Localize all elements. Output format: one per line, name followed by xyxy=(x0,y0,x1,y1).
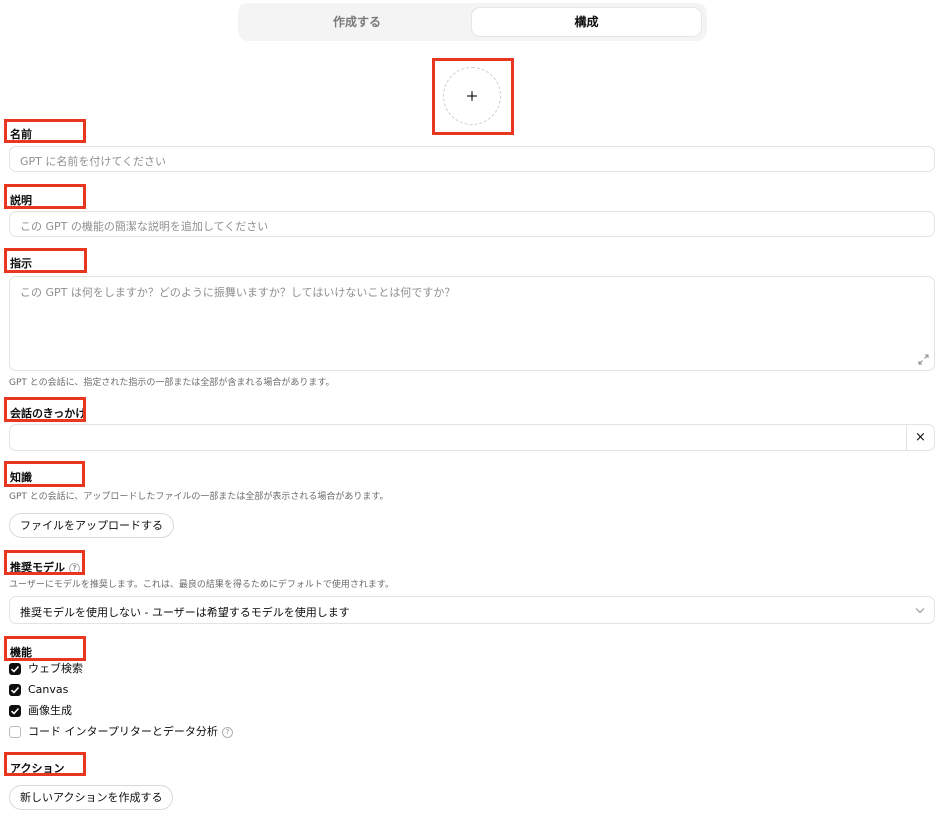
create-action-button[interactable]: 新しいアクションを作成する xyxy=(9,785,174,810)
name-input[interactable]: GPT に名前を付けてください xyxy=(9,146,935,172)
remove-starter-button[interactable]: × xyxy=(906,425,934,450)
check-icon xyxy=(10,707,20,715)
tab-create[interactable]: 作成する xyxy=(244,8,470,36)
highlight-box-starters xyxy=(4,397,86,422)
instructions-textarea[interactable]: この GPT は何をしますか？どのように振舞いますか？してはいけないことは何です… xyxy=(9,276,935,371)
starter-input[interactable]: × xyxy=(9,424,935,451)
knowledge-help: GPT との会話に、アップロードしたファイルの一部または全部が表示される場合があ… xyxy=(9,492,389,502)
checkbox-checked[interactable] xyxy=(9,705,21,717)
instructions-placeholder: この GPT は何をしますか？どのように振舞いますか？してはいけないことは何です… xyxy=(20,286,456,299)
highlight-box-description xyxy=(4,184,86,209)
chevron-down-icon xyxy=(915,608,925,614)
check-icon xyxy=(10,665,20,673)
mode-tabs: 作成する 構成 xyxy=(238,3,707,41)
highlight-box-avatar xyxy=(432,58,514,135)
expand-icon[interactable] xyxy=(918,354,929,365)
name-placeholder: GPT に名前を付けてください xyxy=(20,155,167,168)
highlight-box-instructions xyxy=(4,248,87,273)
capability-label: Canvas xyxy=(28,683,69,696)
help-icon[interactable]: ? xyxy=(221,726,233,738)
checkbox-checked[interactable] xyxy=(9,684,21,696)
capability-label: ウェブ検索 xyxy=(28,662,83,675)
model-select-value: 推奨モデルを使用しない - ユーザーは希望するモデルを使用します xyxy=(20,606,350,619)
recommended-model-help: ユーザーにモデルを推奨します。これは、最良の結果を得るためにデフォルトで使用され… xyxy=(9,580,395,590)
capability-label-text: コード インタープリターとデータ分析 xyxy=(28,725,218,738)
highlight-box-capabilities xyxy=(4,636,86,661)
model-select[interactable]: 推奨モデルを使用しない - ユーザーは希望するモデルを使用します xyxy=(9,596,935,624)
checkbox-unchecked[interactable] xyxy=(9,726,21,738)
check-icon xyxy=(10,686,20,694)
instructions-help: GPT との会話に、指定された指示の一部または全部が含まれる場合があります。 xyxy=(9,378,335,388)
highlight-box-actions xyxy=(4,752,86,776)
capability-label: 画像生成 xyxy=(28,704,72,717)
capability-label: コード インタープリターとデータ分析? xyxy=(28,725,233,739)
upload-files-button[interactable]: ファイルをアップロードする xyxy=(9,513,174,538)
description-input[interactable]: この GPT の機能の簡潔な説明を追加してください xyxy=(9,211,935,237)
highlight-box-recommended-model xyxy=(4,550,85,575)
checkbox-checked[interactable] xyxy=(9,663,21,675)
description-placeholder: この GPT の機能の簡潔な説明を追加してください xyxy=(20,220,269,233)
highlight-box-knowledge xyxy=(4,461,85,487)
highlight-box-name xyxy=(4,119,86,143)
tab-configure[interactable]: 構成 xyxy=(472,8,701,36)
